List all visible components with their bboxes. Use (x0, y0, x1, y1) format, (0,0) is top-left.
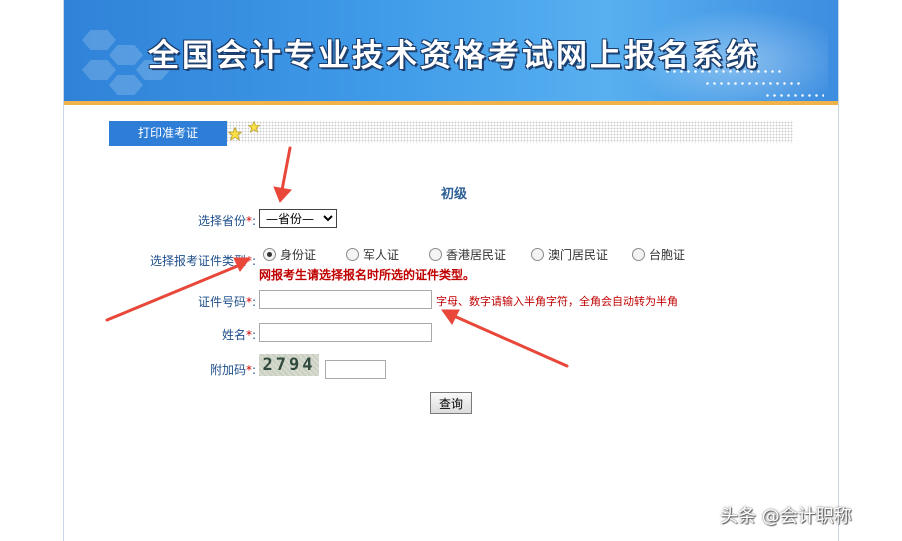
province-label: 选择省份*: (197, 214, 256, 228)
radio-button[interactable] (632, 247, 645, 261)
exam-level: 初级 (440, 187, 467, 202)
star-icon (248, 121, 260, 133)
id-number-input[interactable] (259, 290, 432, 309)
query-button[interactable]: 查询 (430, 392, 472, 414)
captcha-label: 附加码*: (209, 363, 256, 377)
id-number-hint: 字母、数字请输入半角字符，全角会自动转为半角 (436, 295, 678, 308)
radio-button[interactable] (531, 247, 544, 261)
doc-type-option-military[interactable]: 军人证 (346, 245, 399, 263)
doc-type-option-taiwan[interactable]: 台胞证 (632, 245, 685, 263)
page-frame: 全国会计专业技术资格考试网上报名系统 打印准考证 初级 选择省份*: —省份— … (63, 0, 839, 541)
banner-divider (64, 101, 838, 105)
radio-button[interactable] (429, 247, 442, 261)
source-watermark: 头条 @会计职称 (720, 506, 852, 527)
radio-button[interactable] (263, 247, 276, 261)
name-input[interactable] (259, 323, 432, 342)
doc-type-option-macau[interactable]: 澳门居民证 (531, 245, 608, 263)
doc-type-label: 选择报考证件类型*: (149, 254, 256, 268)
province-select[interactable]: —省份— (259, 209, 337, 228)
doc-type-warning: 网报考生请选择报名时所选的证件类型。 (259, 268, 476, 282)
captcha-image[interactable]: 2794 (259, 354, 319, 376)
star-icon (228, 127, 242, 141)
id-number-label: 证件号码*: (197, 295, 256, 309)
captcha-input[interactable] (325, 360, 386, 379)
name-label: 姓名*: (221, 328, 256, 342)
banner-title: 全国会计专业技术资格考试网上报名系统 (148, 38, 760, 74)
doc-type-option-id-card[interactable]: 身份证 (263, 245, 316, 263)
radio-button[interactable] (346, 247, 359, 261)
tab-print-admission[interactable]: 打印准考证 (109, 121, 227, 146)
header-banner: 全国会计专业技术资格考试网上报名系统 (64, 0, 838, 101)
doc-type-option-hongkong[interactable]: 香港居民证 (429, 245, 506, 263)
